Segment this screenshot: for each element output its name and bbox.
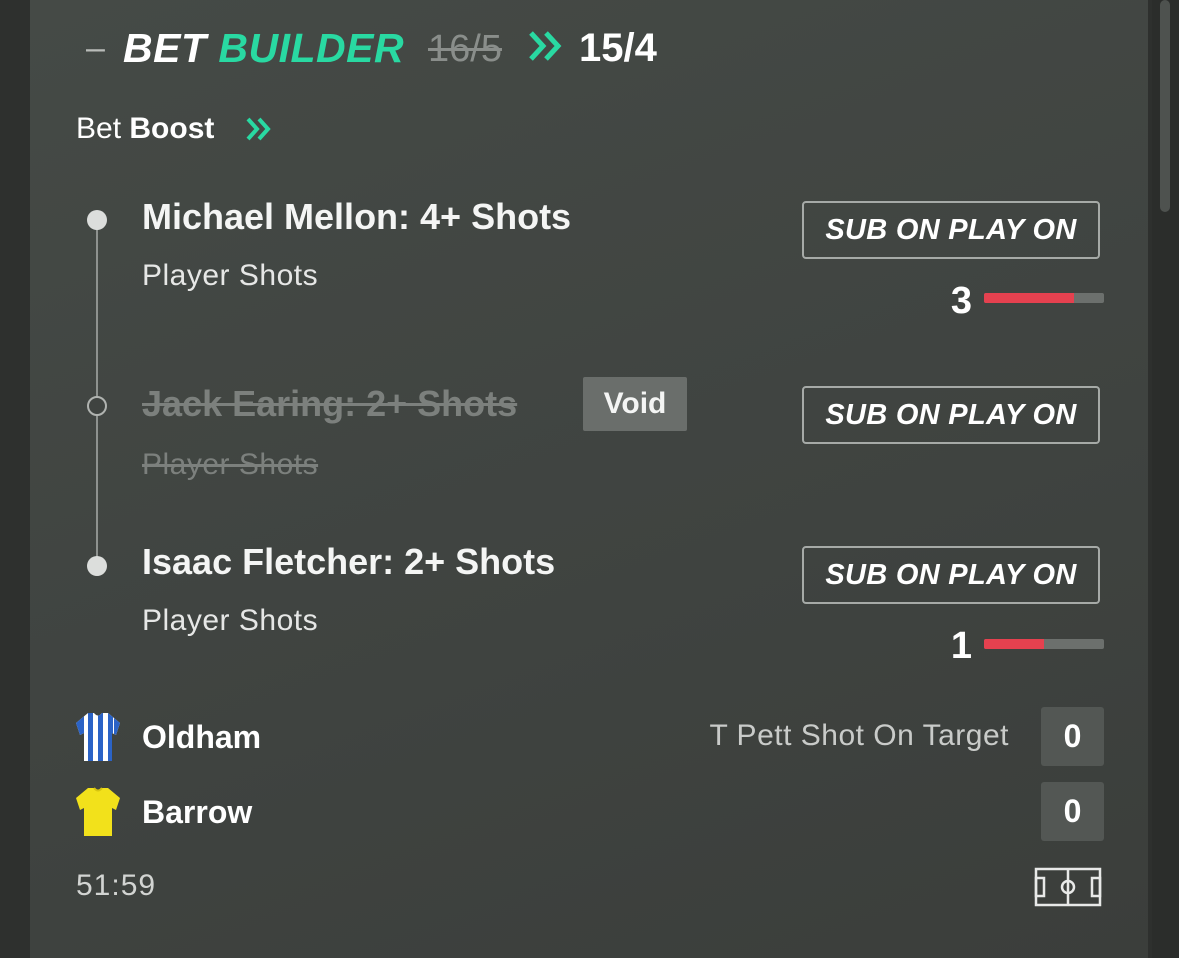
home-score: 0 (1041, 707, 1104, 766)
old-odds: 16/5 (428, 28, 502, 70)
scrollbar-thumb[interactable] (1160, 0, 1170, 212)
shots-count: 1 (950, 625, 972, 667)
striped-shirt-icon (76, 713, 120, 761)
shots-progress-fill (984, 639, 1044, 649)
selection-title: Isaac Fletcher: 2+ Shots (142, 541, 556, 582)
timeline-dot (87, 556, 107, 576)
sub-on-play-on-button[interactable]: SUB ON PLAY ON (802, 201, 1100, 259)
timeline-dot (87, 210, 107, 230)
boost-chevron-icon (246, 117, 271, 141)
selection-title: Jack Earing: 2+ Shots (142, 383, 518, 424)
boost-word: Boost (129, 112, 215, 145)
void-badge: Void (583, 377, 687, 431)
away-score: 0 (1041, 782, 1104, 841)
bet-boost-label: Bet Boost (76, 111, 214, 147)
selection-timeline (96, 222, 98, 566)
collapse-toggle[interactable]: – (86, 30, 105, 66)
home-team-name: Oldham (142, 719, 262, 755)
shots-count: 3 (950, 280, 972, 322)
selection-title: Michael Mellon: 4+ Shots (142, 196, 572, 237)
title-builder: BUILDER (218, 25, 405, 71)
away-team-name: Barrow (142, 794, 253, 830)
yellow-shirt-icon (76, 787, 120, 836)
selection-market: Player Shots (142, 259, 319, 292)
boosted-odds: 15/4 (579, 26, 657, 70)
sub-on-play-on-button[interactable]: SUB ON PLAY ON (802, 386, 1100, 444)
shots-progress-bar (984, 293, 1104, 303)
selection-market: Player Shots (142, 448, 319, 481)
bet-builder-title: BET BUILDER (123, 24, 404, 72)
stat-label: T Pett Shot On Target (709, 719, 1009, 752)
match-clock: 51:59 (76, 869, 157, 902)
selection-market: Player Shots (142, 604, 319, 637)
title-bet: BET (123, 25, 207, 71)
boost-prefix: Bet (76, 112, 122, 145)
sub-on-play-on-button[interactable]: SUB ON PLAY ON (802, 546, 1100, 604)
shots-progress-fill (984, 293, 1074, 303)
double-chevron-icon (529, 31, 562, 61)
pitch-icon[interactable] (1034, 867, 1102, 907)
timeline-dot-void (87, 396, 107, 416)
shots-progress-bar (984, 639, 1104, 649)
